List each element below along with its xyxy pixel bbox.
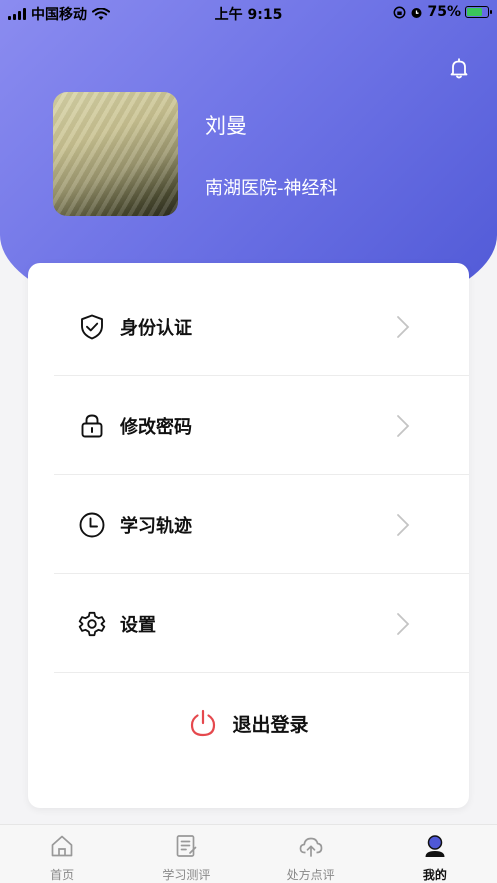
alarm-icon [411, 7, 422, 18]
chevron-right-icon [397, 613, 410, 635]
logout-button[interactable]: 退出登录 [28, 693, 469, 753]
tab-home[interactable]: 首页 [0, 825, 124, 883]
document-edit-icon [177, 835, 197, 857]
chevron-right-icon [397, 316, 410, 338]
gear-icon [78, 611, 106, 637]
user-organization: 南湖医院-神经科 [205, 178, 338, 199]
power-icon [191, 709, 216, 737]
tab-label: 我的 [422, 868, 447, 882]
shield-check-icon [81, 314, 103, 340]
menu-card: 身份认证 修改密码 学习轨迹 设置 退出登录 [28, 263, 469, 808]
tab-prescription-review[interactable]: 处方点评 [249, 825, 373, 883]
lock-icon [81, 414, 103, 438]
battery-icon [465, 6, 492, 18]
menu-item-label: 设置 [120, 615, 156, 636]
avatar[interactable] [53, 92, 178, 216]
menu-item-learning-history[interactable]: 学习轨迹 [54, 474, 469, 573]
logout-label: 退出登录 [232, 713, 309, 736]
tab-label: 处方点评 [286, 868, 335, 882]
clock-icon [79, 512, 105, 538]
tab-label: 学习测评 [162, 868, 211, 882]
menu-item-label: 学习轨迹 [120, 516, 192, 537]
menu-item-change-password[interactable]: 修改密码 [54, 375, 469, 474]
cloud-upload-icon [299, 837, 322, 857]
tab-bar: 首页 学习测评 处方点评 我的 [0, 824, 497, 883]
menu-item-identity[interactable]: 身份认证 [54, 276, 469, 375]
menu-item-label: 身份认证 [120, 318, 192, 339]
tab-label: 首页 [50, 868, 75, 882]
battery-percent: 75% [427, 4, 461, 20]
user-icon [425, 835, 445, 857]
status-bar: 中国移动 上午 9:15 75% [0, 0, 497, 26]
home-icon [51, 835, 73, 857]
orientation-lock-icon [394, 6, 406, 18]
status-right: 75% [393, 4, 492, 20]
tab-mine[interactable]: 我的 [373, 825, 497, 883]
menu-item-label: 修改密码 [120, 417, 192, 438]
chevron-right-icon [397, 514, 410, 536]
user-name: 刘曼 [205, 114, 247, 138]
divider [54, 672, 469, 673]
bell-icon[interactable] [447, 56, 471, 80]
menu-item-settings[interactable]: 设置 [54, 573, 469, 672]
chevron-right-icon [397, 415, 410, 437]
tab-learning-assessment[interactable]: 学习测评 [124, 825, 248, 883]
